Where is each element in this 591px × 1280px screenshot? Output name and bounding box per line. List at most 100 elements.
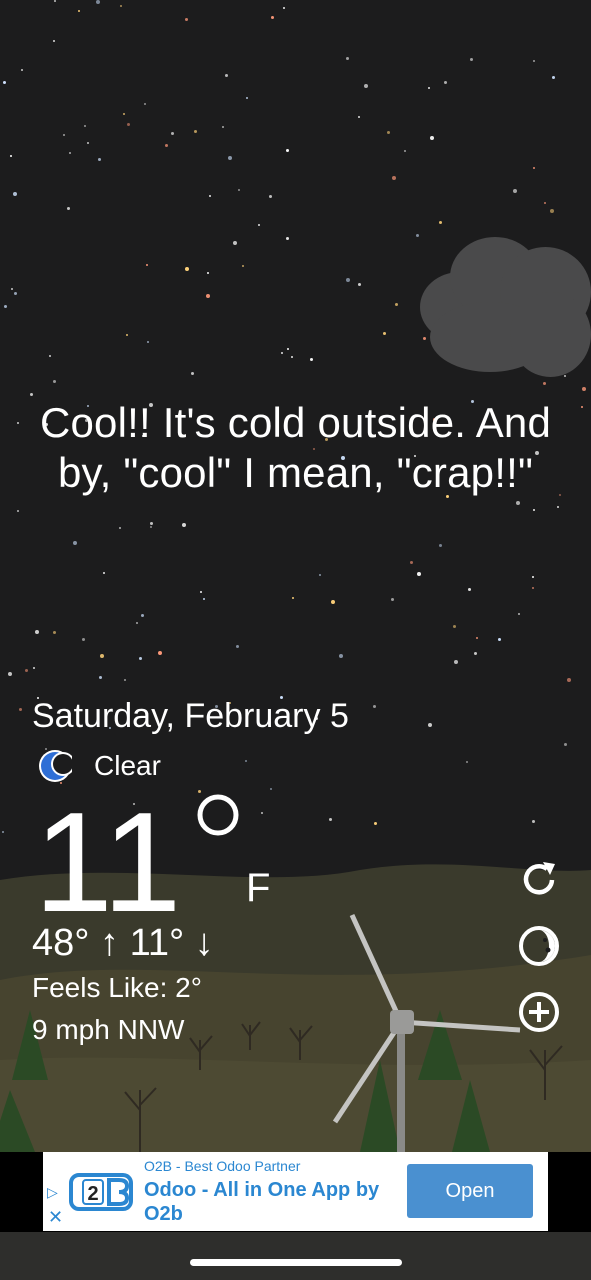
weather-quote: Cool!! It's cold outside. And by, "cool"… (39, 399, 552, 496)
star (185, 18, 188, 21)
star (453, 625, 456, 628)
star (532, 576, 534, 578)
star (567, 678, 571, 682)
star (228, 156, 232, 160)
star (532, 820, 535, 823)
star (518, 613, 520, 615)
star (171, 132, 174, 135)
star (13, 192, 17, 196)
star (544, 202, 546, 204)
star (416, 234, 419, 237)
star (120, 5, 122, 7)
temperature-unit: F (246, 866, 271, 910)
moon-crescent-icon (39, 750, 72, 782)
star (271, 16, 274, 19)
star (146, 264, 148, 266)
star (582, 387, 586, 391)
star (136, 622, 138, 624)
home-indicator[interactable] (190, 1259, 402, 1266)
star (99, 676, 102, 679)
add-icon[interactable] (517, 990, 561, 1034)
star (258, 224, 260, 226)
star (147, 341, 149, 343)
star (533, 167, 535, 169)
star (233, 241, 237, 245)
moon-phase-icon[interactable] (517, 924, 561, 968)
ad-logo-text: 2 (87, 1183, 98, 1205)
high-low-temps: 48° ↑ 11° ↓ (32, 922, 214, 964)
star (11, 288, 13, 290)
degree-symbol-icon (197, 794, 239, 836)
star (291, 356, 293, 358)
star (123, 113, 125, 115)
star (310, 358, 313, 361)
star (3, 81, 6, 84)
star (404, 150, 406, 152)
star (581, 406, 583, 408)
star (543, 382, 546, 385)
star (17, 510, 19, 512)
star (203, 598, 205, 600)
star (84, 125, 86, 127)
star (222, 126, 224, 128)
star (246, 97, 248, 99)
star (392, 176, 396, 180)
star (67, 207, 70, 210)
star (261, 812, 263, 814)
date-label: Saturday, February 5 (32, 697, 349, 735)
star (82, 638, 85, 641)
star (73, 541, 77, 545)
star (470, 58, 473, 61)
star (207, 272, 209, 274)
star (439, 221, 442, 224)
star (69, 152, 71, 154)
star (19, 708, 22, 711)
star (374, 822, 377, 825)
ad-card[interactable]: ▷ ✕ 2 O2B - Best Odoo Partner Odoo - All… (43, 1152, 548, 1231)
star (98, 158, 101, 161)
star (139, 657, 142, 660)
star (14, 292, 17, 295)
star (513, 189, 517, 193)
star (387, 131, 390, 134)
star (269, 195, 272, 198)
refresh-icon[interactable] (517, 858, 561, 902)
star (245, 760, 247, 762)
star (144, 103, 146, 105)
ad-open-button[interactable]: Open (407, 1164, 533, 1218)
star (417, 572, 421, 576)
cloud-icon (420, 232, 591, 382)
ad-banner: ▷ ✕ 2 O2B - Best Odoo Partner Odoo - All… (0, 1152, 591, 1232)
star (238, 189, 240, 191)
o2b-logo: 2 (69, 1173, 133, 1211)
star (30, 393, 33, 396)
star (53, 631, 56, 634)
star (454, 660, 458, 664)
star (35, 630, 39, 634)
star (119, 527, 121, 529)
ad-close-icon[interactable]: ✕ (48, 1207, 63, 1228)
star (100, 654, 104, 658)
star (286, 149, 289, 152)
star (127, 123, 130, 126)
star (391, 598, 394, 601)
star (185, 267, 189, 271)
ad-title[interactable]: Odoo - All in One App by O2b (144, 1178, 404, 1226)
star (329, 818, 332, 821)
star (206, 294, 210, 298)
adchoices-icon[interactable]: ▷ (47, 1184, 58, 1201)
star (270, 788, 272, 790)
star (63, 134, 65, 136)
star (428, 87, 430, 89)
star (286, 237, 289, 240)
star (287, 348, 289, 350)
star (439, 544, 442, 547)
wind-info: 9 mph NNW (32, 1014, 185, 1045)
star (25, 669, 28, 672)
star (358, 116, 360, 118)
star (126, 334, 128, 336)
star (532, 587, 534, 589)
star (428, 723, 432, 727)
star (430, 136, 434, 140)
star (550, 209, 554, 213)
